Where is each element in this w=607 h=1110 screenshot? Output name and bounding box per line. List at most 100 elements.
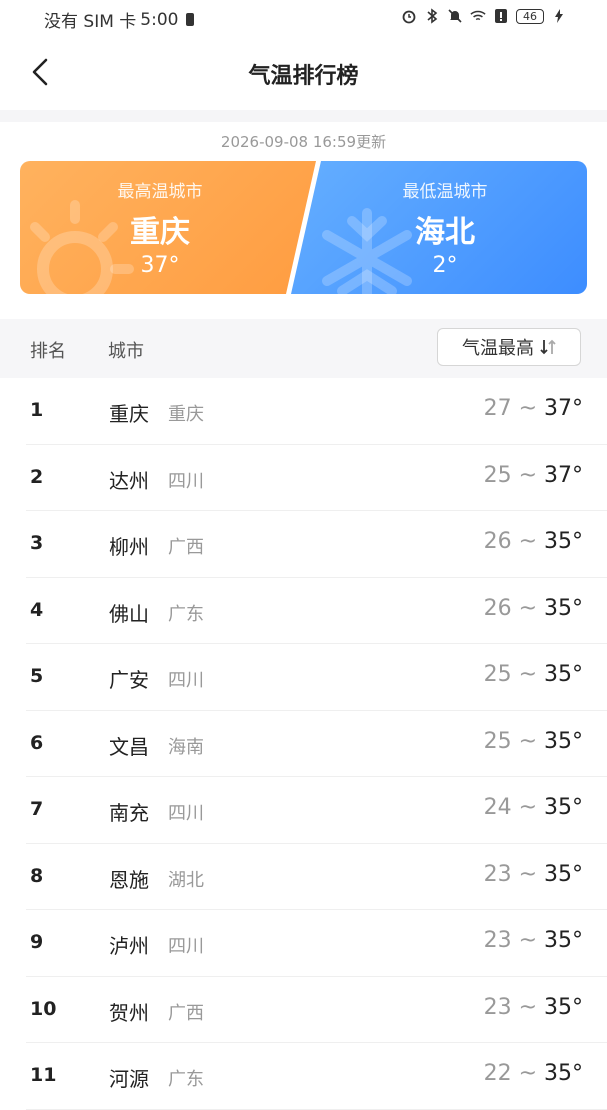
row-rank: 10	[30, 997, 57, 1020]
row-temp-high: 35°	[544, 1061, 583, 1086]
table-header: 排名 城市 气温最高	[0, 319, 607, 378]
row-temp-high: 37°	[544, 462, 583, 488]
row-city: 柳州	[109, 535, 149, 559]
temp-range-tilde: ~	[511, 728, 544, 754]
row-temp-range: 22 ~ 35°	[484, 1061, 583, 1086]
row-city: 文昌	[109, 734, 149, 759]
row-city: 恩施	[109, 867, 149, 892]
row-temp-low: 25	[483, 662, 512, 687]
clock: 5:00	[140, 9, 179, 30]
row-province: 广东	[168, 1069, 204, 1090]
carrier-text: 没有 SIM 卡	[44, 12, 137, 32]
row-province: 海南	[168, 736, 204, 758]
row-temp-low: 23	[483, 928, 512, 953]
coldest-city: 海北	[415, 215, 475, 250]
row-province: 四川	[168, 470, 204, 492]
sim-battery-icon	[186, 13, 195, 26]
table-row[interactable]: 9 泸州 四川 23 ~ 35°	[0, 910, 607, 977]
row-temp-high: 35°	[544, 728, 583, 754]
row-province: 四川	[168, 936, 204, 957]
row-temp-high: 35°	[544, 928, 583, 953]
temp-range-tilde: ~	[511, 1061, 544, 1086]
row-city: 贺州	[109, 1000, 149, 1025]
mute-bell-icon	[447, 8, 463, 24]
temp-range-tilde: ~	[511, 795, 544, 820]
header-divider	[0, 110, 607, 122]
coldest-temp: 2°	[432, 253, 458, 278]
row-temp-high: 35°	[544, 595, 583, 621]
temp-range-tilde: ~	[511, 994, 544, 1020]
row-temp-low: 26	[483, 529, 512, 554]
row-rank: 9	[30, 931, 44, 953]
table-row[interactable]: 6 文昌 海南 25 ~ 35°	[0, 711, 607, 778]
row-temp-range: 24 ~ 35°	[484, 795, 583, 820]
row-city: 广安	[109, 668, 149, 692]
row-temp-high: 35°	[544, 994, 583, 1020]
wifi-icon	[470, 8, 486, 24]
row-temp-low: 25	[483, 728, 512, 754]
table-row[interactable]: 7 南充 四川 24 ~ 35°	[0, 777, 607, 844]
temp-range-tilde: ~	[511, 595, 544, 621]
status-left: 没有 SIM 卡 5:00	[44, 7, 195, 32]
column-rank: 排名	[30, 341, 66, 362]
sort-label: 气温最高	[462, 338, 534, 359]
table-row[interactable]: 4 佛山 广东 26 ~ 35°	[0, 578, 607, 645]
row-temp-low: 25	[483, 462, 512, 488]
row-city: 达州	[109, 468, 149, 493]
row-rank: 3	[30, 532, 44, 554]
row-province: 四川	[168, 670, 204, 691]
row-province: 广西	[168, 537, 204, 558]
temp-range-tilde: ~	[511, 462, 544, 488]
table-row[interactable]: 8 恩施 湖北 23 ~ 35°	[0, 844, 607, 911]
row-temp-high: 35°	[544, 795, 583, 820]
row-province: 广东	[168, 603, 204, 625]
row-province: 四川	[168, 803, 204, 824]
update-time: 2026-09-08 16:59更新	[220, 133, 387, 151]
temp-range-tilde: ~	[511, 529, 544, 554]
row-province: 广西	[168, 1002, 204, 1024]
sort-button[interactable]: 气温最高	[437, 328, 581, 366]
hottest-label: 最高温城市	[117, 182, 203, 202]
table-row[interactable]: 2 达州 四川 25 ~ 37°	[0, 445, 607, 512]
coldest-label: 最低温城市	[402, 182, 488, 202]
row-temp-low: 23	[483, 994, 512, 1020]
row-rank: 11	[30, 1064, 57, 1086]
alarm-icon	[401, 8, 417, 24]
table-row[interactable]: 1 重庆 重庆 27 ~ 37°	[0, 378, 607, 445]
row-temp-range: 23 ~ 35°	[484, 995, 583, 1020]
row-city: 南充	[109, 801, 149, 825]
row-temp-high: 35°	[544, 662, 583, 687]
row-rank: 8	[30, 864, 44, 887]
row-temp-range: 23 ~ 35°	[484, 862, 583, 887]
row-rank: 4	[30, 598, 44, 621]
sort-arrows-icon	[540, 339, 556, 355]
row-temp-high: 35°	[544, 861, 583, 887]
row-rank: 1	[30, 399, 44, 421]
bluetooth-icon	[424, 8, 440, 24]
row-city: 河源	[109, 1067, 149, 1091]
row-temp-range: 25 ~ 35°	[484, 662, 583, 687]
row-temp-high: 35°	[544, 529, 583, 554]
alert-icon	[493, 8, 509, 24]
row-temp-range: 23 ~ 35°	[484, 928, 583, 953]
row-rank: 6	[30, 731, 44, 754]
row-temp-low: 26	[483, 595, 512, 621]
column-city: 城市	[108, 341, 144, 362]
charging-icon	[551, 8, 567, 24]
row-temp-range: 26 ~ 35°	[484, 529, 583, 554]
table-row[interactable]: 3 柳州 广西 26 ~ 35°	[0, 511, 607, 578]
row-temp-range: 26 ~ 35°	[484, 596, 583, 621]
status-right: 46	[401, 8, 567, 24]
table-row[interactable]: 5 广安 四川 25 ~ 35°	[0, 644, 607, 711]
row-temp-range: 25 ~ 35°	[484, 729, 583, 754]
ranking-list: 1 重庆 重庆 27 ~ 37° 2 达州 四川 25 ~ 37° 3 柳州 广西 26 ~ 35° 4…	[0, 378, 607, 1110]
status-bar: 没有 SIM 卡 5:00 46	[0, 0, 607, 34]
row-province: 重庆	[168, 404, 204, 425]
row-city: 泸州	[109, 934, 149, 958]
table-row[interactable]: 10 贺州 广西 23 ~ 35°	[0, 977, 607, 1044]
row-temp-low: 23	[483, 861, 512, 887]
row-city: 重庆	[109, 402, 149, 426]
table-row[interactable]: 11 河源 广东 22 ~ 35°	[0, 1043, 607, 1110]
row-rank: 7	[30, 798, 44, 820]
page-title: 气温排行榜	[248, 64, 359, 89]
